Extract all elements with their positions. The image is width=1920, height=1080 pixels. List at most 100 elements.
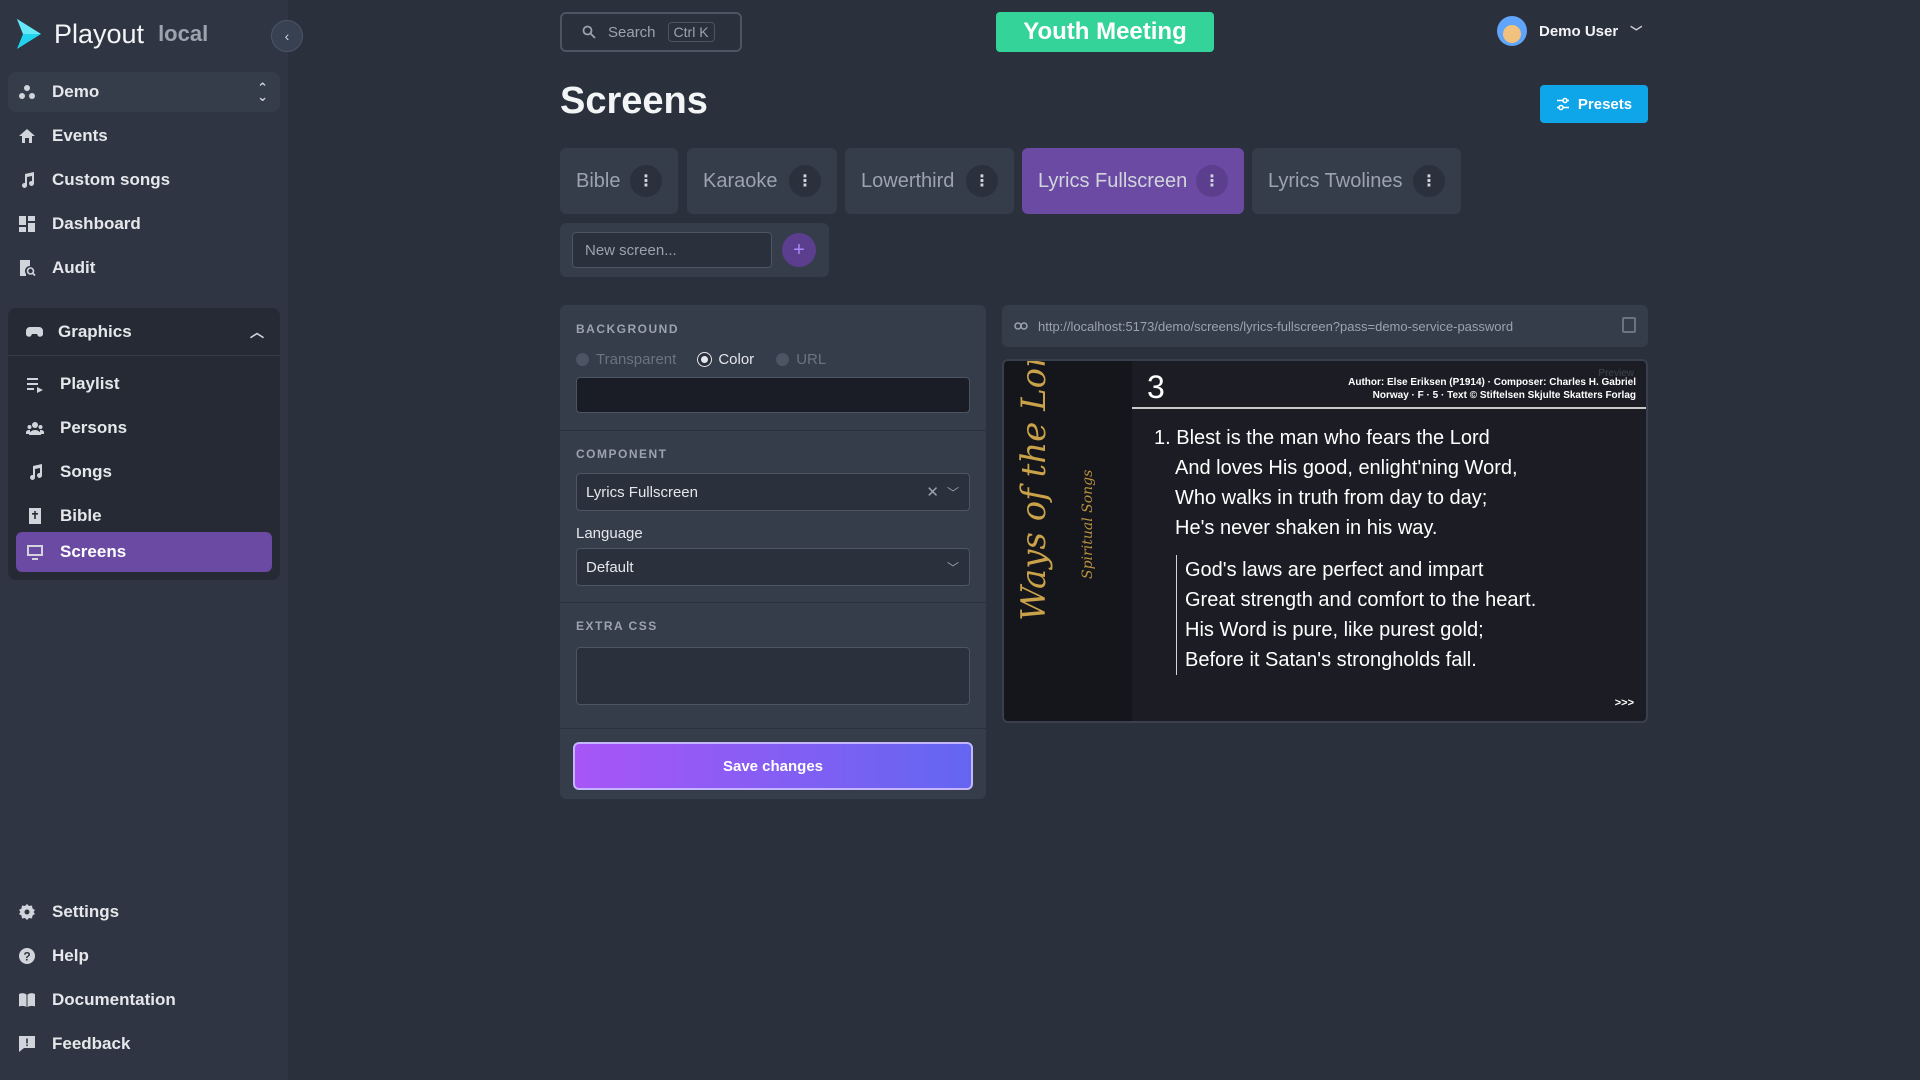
language-select[interactable]: Default ﹀: [576, 548, 970, 586]
playout-logo-icon: [17, 19, 41, 49]
background-section-label: BACKGROUND: [576, 322, 679, 336]
songbook-cover: Ways of the Lord Spiritual Songs: [1004, 361, 1132, 721]
verse-lines: 1. Blest is the man who fears the Lord A…: [1154, 423, 1518, 543]
music-note-icon: [30, 464, 42, 480]
collapse-sidebar-button[interactable]: ‹: [271, 20, 303, 52]
dashboard-icon: [19, 216, 35, 232]
new-screen-input[interactable]: [572, 232, 772, 268]
verse-line: Who walks in truth from day to day;: [1175, 487, 1488, 509]
save-changes-button[interactable]: Save changes: [573, 742, 973, 790]
more-options-icon[interactable]: ⋮: [789, 165, 821, 197]
sidebar-item-label: Bible: [60, 506, 102, 525]
chevron-left-icon: ‹: [284, 28, 290, 44]
book-icon: [19, 993, 35, 1007]
app-name: Playout: [54, 18, 145, 49]
sidebar-item-help[interactable]: ? Help: [8, 936, 280, 976]
radio-url[interactable]: URL: [776, 351, 826, 368]
more-options-icon[interactable]: ⋮: [966, 165, 998, 197]
screen-preview: Ways of the Lord Spiritual Songs 3 Previ…: [1002, 359, 1648, 723]
tab-lowerthird[interactable]: Lowerthird ⋮: [845, 148, 1014, 214]
more-options-icon[interactable]: ⋮: [1196, 165, 1228, 197]
sidebar-item-documentation[interactable]: Documentation: [8, 980, 280, 1020]
chevron-down-icon: ﹀: [946, 485, 959, 500]
tab-lyrics-fullscreen[interactable]: Lyrics Fullscreen ⋮: [1022, 148, 1244, 214]
sidebar-item-label: Documentation: [52, 990, 176, 1009]
search-shortcut: Ctrl K: [667, 22, 715, 42]
tab-bible[interactable]: Bible ⋮: [560, 148, 678, 214]
sidebar-item-screens[interactable]: Screens: [16, 532, 272, 572]
extra-css-textarea[interactable]: [576, 647, 970, 705]
songbook-title: Ways of the Lord: [1014, 359, 1054, 621]
component-value: Lyrics Fullscreen: [586, 483, 698, 501]
sidebar-item-settings[interactable]: Settings: [8, 892, 280, 932]
verse-line: 1. Blest is the man who fears the Lord: [1154, 427, 1490, 449]
feedback-icon: [19, 1036, 35, 1052]
song-number: 3: [1147, 369, 1165, 405]
chorus-line: Before it Satan's strongholds fall.: [1185, 649, 1477, 671]
sidebar: Playout local Demo ⌃ ⌄ Events Custom song…: [0, 0, 288, 1080]
gamepad-icon: [26, 327, 43, 337]
search-icon: [582, 25, 596, 39]
gear-icon: [19, 904, 35, 920]
background-color-input[interactable]: [576, 377, 970, 413]
playlist-icon: [27, 378, 43, 393]
search-button[interactable]: Search Ctrl K: [560, 12, 742, 52]
app-env: local: [158, 21, 209, 46]
tab-label: Bible: [576, 169, 621, 192]
divider: [560, 602, 986, 603]
sidebar-item-feedback[interactable]: Feedback: [8, 1024, 280, 1064]
presets-button[interactable]: Presets: [1540, 85, 1648, 123]
graphics-group: Graphics ︿ Playlist Persons Songs Bible …: [8, 308, 280, 580]
component-select[interactable]: Lyrics Fullscreen ✕ ﹀: [576, 473, 970, 511]
sidebar-item-label: Settings: [52, 902, 120, 921]
divider: [560, 430, 986, 431]
sidebar-item-bible[interactable]: Bible: [16, 496, 272, 536]
current-event-title[interactable]: Youth Meeting: [996, 12, 1214, 52]
organization-icon: [19, 85, 35, 99]
chorus-line: God's laws are perfect and impart: [1185, 559, 1484, 581]
org-name: Demo: [52, 82, 100, 101]
clear-icon[interactable]: ✕: [926, 483, 939, 501]
brand[interactable]: Playout local: [14, 17, 208, 51]
org-switcher[interactable]: Demo ⌃ ⌄: [8, 72, 280, 112]
chevron-up-icon: ︿: [250, 324, 264, 340]
presets-label: Presets: [1577, 95, 1633, 113]
sidebar-item-dashboard[interactable]: Dashboard: [8, 204, 280, 244]
screen-settings-card: BACKGROUND Transparent Color URL COMPONE…: [560, 305, 986, 799]
sidebar-item-persons[interactable]: Persons: [16, 408, 272, 448]
more-indicator: >>>: [1614, 697, 1634, 709]
help-icon: ?: [19, 948, 35, 964]
sidebar-item-label: Help: [52, 946, 89, 965]
copy-icon[interactable]: [1622, 317, 1636, 333]
tab-karaoke[interactable]: Karaoke ⋮: [687, 148, 837, 214]
tab-label: Karaoke: [703, 169, 778, 192]
sidebar-item-label: Songs: [60, 462, 112, 481]
more-options-icon[interactable]: ⋮: [1413, 165, 1445, 197]
sidebar-item-playlist[interactable]: Playlist: [16, 364, 272, 404]
background-type-radios: Transparent Color URL: [576, 351, 826, 368]
chorus-line: Great strength and comfort to the heart.: [1185, 589, 1537, 611]
graphics-label: Graphics: [58, 321, 132, 341]
tab-lyrics-twolines[interactable]: Lyrics Twolines ⋮: [1252, 148, 1461, 214]
tab-label: Lyrics Fullscreen: [1038, 169, 1188, 192]
sidebar-item-label: Feedback: [52, 1034, 131, 1053]
screen-url[interactable]: http://localhost:5173/demo/screens/lyric…: [1038, 319, 1513, 334]
chevron-up-down-icon: ⌃ ⌄: [257, 80, 268, 104]
tab-label: Lowerthird: [861, 169, 955, 192]
add-screen-button[interactable]: +: [782, 233, 816, 267]
sidebar-item-audit[interactable]: Audit: [8, 248, 280, 288]
radio-transparent[interactable]: Transparent: [576, 351, 676, 368]
user-name: Demo User: [1539, 22, 1619, 40]
more-options-icon[interactable]: ⋮: [630, 165, 662, 197]
sidebar-item-custom-songs[interactable]: Custom songs: [8, 160, 280, 200]
sidebar-item-events[interactable]: Events: [8, 116, 280, 156]
link-icon: [1014, 322, 1028, 330]
new-screen-form: +: [560, 223, 829, 277]
chorus-lines: God's laws are perfect and impart Great …: [1176, 555, 1536, 675]
radio-color[interactable]: Color: [698, 351, 754, 368]
svg-text:?: ?: [23, 950, 30, 964]
graphics-toggle[interactable]: Graphics ︿: [8, 308, 280, 356]
user-menu[interactable]: Demo User ﹀: [1497, 16, 1642, 46]
page-title: Screens: [560, 80, 708, 122]
sidebar-item-songs[interactable]: Songs: [16, 452, 272, 492]
